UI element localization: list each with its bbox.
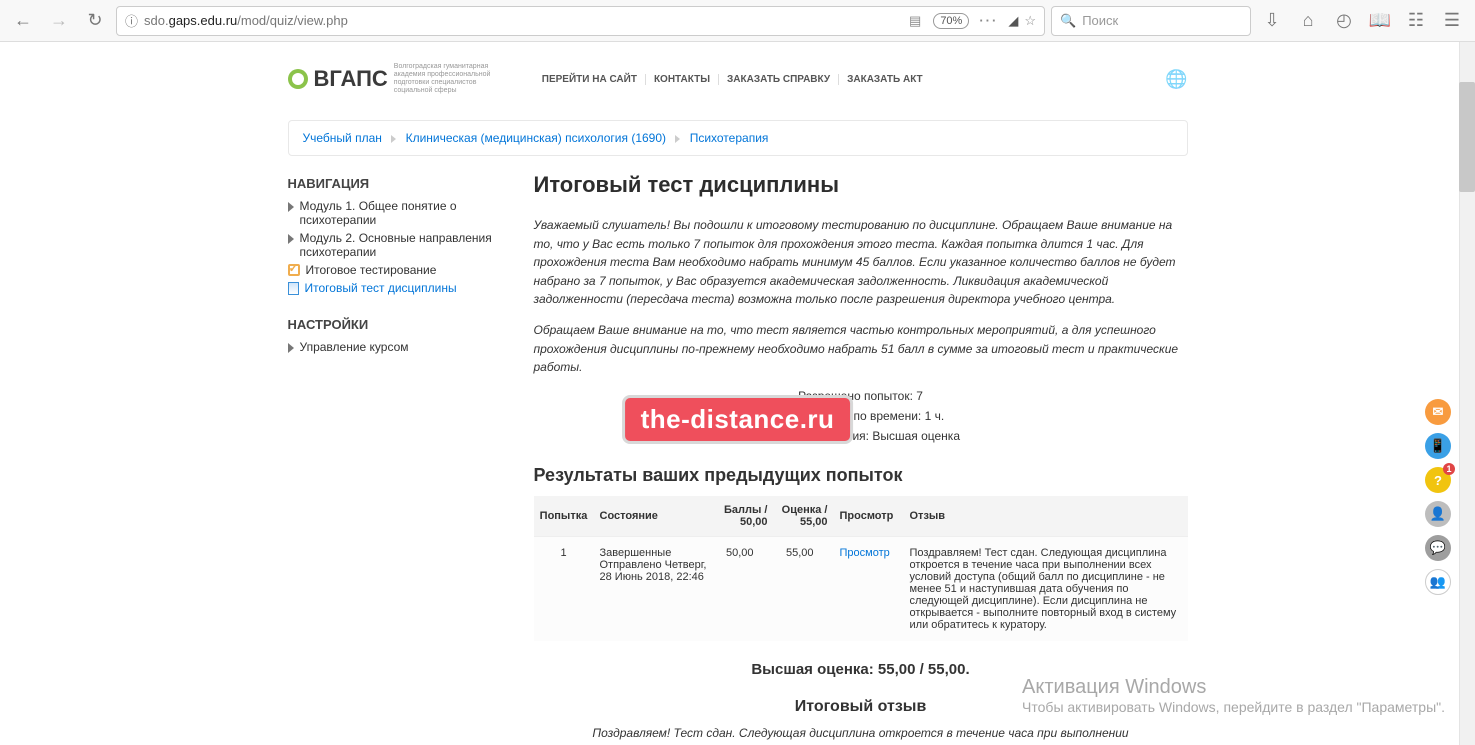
- url-bar[interactable]: ⓘ sdo.gaps.edu.ru/mod/quiz/view.php ▤ 70…: [116, 6, 1045, 36]
- col-attempt: Попытка: [534, 496, 594, 537]
- link-contacts[interactable]: КОНТАКТЫ: [645, 74, 718, 85]
- col-review: Просмотр: [834, 496, 904, 537]
- sidebar-item-finaltest[interactable]: Итоговый тест дисциплины: [288, 281, 508, 295]
- sidebar-label: Модуль 1. Общее понятие о психотерапии: [300, 199, 508, 227]
- chevron-right-icon: [391, 135, 396, 143]
- float-btn-grey1[interactable]: 👤: [1425, 501, 1451, 527]
- brand-text: ВГАПС: [314, 66, 388, 92]
- sidebar-label: Итоговое тестирование: [306, 263, 437, 277]
- site-logo[interactable]: ВГАПС Волгоградская гуманитарная академи…: [288, 63, 504, 95]
- float-btn-notifications[interactable]: ?: [1425, 467, 1451, 493]
- triangle-icon: [288, 343, 294, 353]
- zoom-badge[interactable]: 70%: [933, 13, 969, 29]
- float-btn-orange[interactable]: ✉: [1425, 399, 1451, 425]
- attempts-table: Попытка Состояние Баллы / 50,00 Оценка /…: [534, 496, 1188, 641]
- triangle-icon: [288, 234, 294, 244]
- link-order-act[interactable]: ЗАКАЗАТЬ АКТ: [838, 74, 931, 85]
- float-btn-profile[interactable]: 👥: [1425, 569, 1451, 595]
- col-marks: Баллы / 50,00: [714, 496, 774, 537]
- cell-grade: 55,00: [774, 536, 834, 641]
- sidebar: НАВИГАЦИЯ Модуль 1. Общее понятие о псих…: [288, 172, 508, 745]
- top-nav-links: ПЕРЕЙТИ НА САЙТ КОНТАКТЫ ЗАКАЗАТЬ СПРАВК…: [534, 74, 931, 85]
- main-content: Итоговый тест дисциплины Уважаемый слуша…: [534, 172, 1188, 745]
- back-button[interactable]: ←: [8, 6, 38, 36]
- reload-button[interactable]: ↻: [80, 6, 110, 36]
- intro-paragraph-1: Уважаемый слушатель! Вы подошли к итогов…: [534, 216, 1188, 309]
- float-btn-chat[interactable]: 💬: [1425, 535, 1451, 561]
- col-grade: Оценка / 55,00: [774, 496, 834, 537]
- cell-marks: 50,00: [714, 536, 774, 641]
- overall-feedback-heading: Итоговый отзыв: [534, 698, 1188, 716]
- float-btn-blue[interactable]: 📱: [1425, 433, 1451, 459]
- forward-button[interactable]: →: [44, 6, 74, 36]
- link-site[interactable]: ПЕРЕЙТИ НА САЙТ: [534, 74, 645, 85]
- scrollbar-track[interactable]: [1459, 42, 1475, 745]
- col-feedback: Отзыв: [904, 496, 1188, 537]
- info-icon: ⓘ: [125, 11, 138, 30]
- page-viewport: ВГАПС Волгоградская гуманитарная академи…: [0, 42, 1475, 745]
- chevron-right-icon: [675, 135, 680, 143]
- breadcrumb-topic[interactable]: Психотерапия: [690, 131, 769, 145]
- results-heading: Результаты ваших предыдущих попыток: [534, 465, 1188, 486]
- sidebar-item-course-mgmt[interactable]: Управление курсом: [288, 340, 508, 354]
- cell-state: Завершенные Отправлено Четверг, 28 Июнь …: [594, 536, 714, 641]
- settings-heading: НАСТРОЙКИ: [288, 317, 508, 332]
- history-icon[interactable]: ◴: [1329, 6, 1359, 36]
- floating-action-column: ✉ 📱 ? 👤 💬 👥: [1425, 399, 1451, 595]
- attempts-allowed: Разрешено попыток: 7: [534, 389, 1188, 403]
- link-order-cert[interactable]: ЗАКАЗАТЬ СПРАВКУ: [718, 74, 838, 85]
- sidebar-item-module1[interactable]: Модуль 1. Общее понятие о психотерапии: [288, 199, 508, 227]
- nav-heading: НАВИГАЦИЯ: [288, 176, 508, 191]
- search-placeholder: Поиск: [1082, 13, 1118, 28]
- sidebar-label: Модуль 2. Основные направления психотера…: [300, 231, 508, 259]
- sidebar-item-finaltesting[interactable]: Итоговое тестирование: [288, 263, 508, 277]
- language-icon[interactable]: 🌐: [1165, 69, 1187, 90]
- check-icon: [288, 264, 300, 276]
- review-link[interactable]: Просмотр: [840, 547, 890, 559]
- scrollbar-thumb[interactable]: [1459, 82, 1475, 192]
- document-icon: [288, 282, 299, 295]
- menu-icon[interactable]: ☰: [1437, 6, 1467, 36]
- triangle-icon: [288, 202, 294, 212]
- cell-review: Просмотр: [834, 536, 904, 641]
- bookmark-star-icon[interactable]: ☆: [1024, 13, 1036, 29]
- logo-mark-icon: [288, 69, 308, 89]
- sidebar-item-module2[interactable]: Модуль 2. Основные направления психотера…: [288, 231, 508, 259]
- home-icon[interactable]: ⌂: [1293, 6, 1323, 36]
- search-icon: 🔍: [1060, 13, 1076, 29]
- cell-attempt: 1: [534, 536, 594, 641]
- downloads-icon[interactable]: ⇩: [1257, 6, 1287, 36]
- grading-method: Метод оценивания: Высшая оценка: [534, 429, 1188, 443]
- cell-feedback: Поздравляем! Тест сдан. Следующая дисцип…: [904, 536, 1188, 641]
- page-title: Итоговый тест дисциплины: [534, 172, 1188, 198]
- brand-subtext: Волгоградская гуманитарная академия проф…: [394, 63, 504, 95]
- time-limit: Ограничение по времени: 1 ч.: [534, 409, 1188, 423]
- site-header: ВГАПС Волгоградская гуманитарная академи…: [288, 56, 1188, 102]
- sidebar-label: Управление курсом: [300, 340, 409, 354]
- table-row: 1 Завершенные Отправлено Четверг, 28 Июн…: [534, 536, 1188, 641]
- breadcrumb-plan[interactable]: Учебный план: [303, 131, 382, 145]
- extensions-icon[interactable]: ☷: [1401, 6, 1431, 36]
- breadcrumb: Учебный план Клиническая (медицинская) п…: [288, 120, 1188, 156]
- highest-grade: Высшая оценка: 55,00 / 55,00.: [534, 661, 1188, 678]
- breadcrumb-course[interactable]: Клиническая (медицинская) психология (16…: [406, 131, 666, 145]
- overall-feedback-text: Поздравляем! Тест сдан. Следующая дисцип…: [581, 724, 1141, 745]
- browser-search[interactable]: 🔍 Поиск: [1051, 6, 1251, 36]
- col-state: Состояние: [594, 496, 714, 537]
- browser-toolbar: ← → ↻ ⓘ sdo.gaps.edu.ru/mod/quiz/view.ph…: [0, 0, 1475, 42]
- url-text: sdo.gaps.edu.ru/mod/quiz/view.php: [144, 13, 348, 28]
- intro-paragraph-2: Обращаем Ваше внимание на то, что тест я…: [534, 321, 1188, 377]
- reader-icon[interactable]: ▤: [909, 13, 921, 29]
- pocket-icon[interactable]: ◢: [1008, 13, 1018, 29]
- library-icon[interactable]: 📖: [1365, 6, 1395, 36]
- page-actions-icon[interactable]: ···: [979, 13, 998, 28]
- sidebar-label: Итоговый тест дисциплины: [305, 281, 457, 295]
